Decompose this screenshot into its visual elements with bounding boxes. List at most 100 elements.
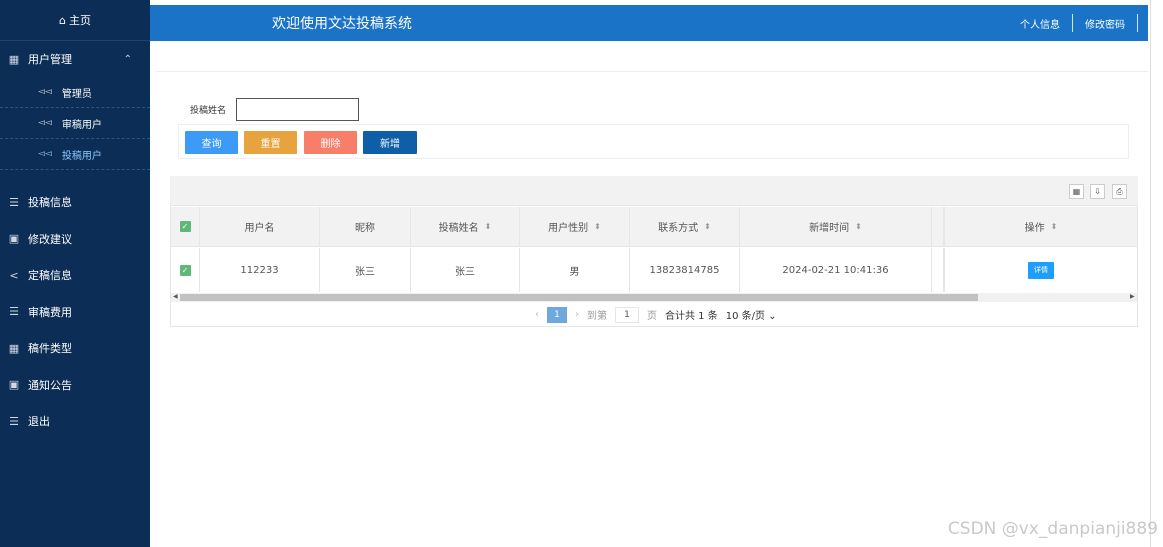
search-label: 投稿姓名 [190,106,227,116]
page-size-select[interactable]: 10 条/页 ⌄ [726,307,777,323]
cell-phone: 13823814785 [630,248,740,292]
scroll-left-icon[interactable]: ◀ [173,293,178,300]
cell-created: 2024-02-21 10:41:36 [740,248,932,292]
app-window: ⌂ 主页 ▦ 用户管理 ⌃ ◅◅ 管理员 ◅◅ 审稿用户 ◅◅ 投稿用户 ☰ 投… [0,0,1163,547]
export-icon[interactable]: ⇩ [1090,184,1105,199]
prev-page-icon[interactable]: ‹ [535,309,539,320]
column-header-action[interactable]: 操作 ⬍ [944,207,1137,246]
document-icon: ▣ [8,378,20,392]
row-select-cell: ✓ [171,248,200,292]
table-header: ✓ 用户名 昵称 投稿姓名 ⬍ 用户性别 ⬍ 联系方式 ⬍ 新增时间 ⬍ 操作 … [171,207,1137,247]
share-icon: < [9,268,19,282]
sidebar-item-label: 修改建议 [28,232,72,246]
change-password-link[interactable]: 修改密码 [1073,16,1137,31]
sidebar-item-logout[interactable]: ☰ 退出 [0,403,150,440]
double-left-arrow-icon: ◅◅ [38,118,52,128]
row-checkbox[interactable]: ✓ [179,264,191,276]
sidebar-item-label: 退出 [28,415,50,429]
header: 欢迎使用文达投稿系统 个人信息 修改密码 [150,5,1148,41]
grid-icon: ▦ [8,341,20,355]
divider [1137,14,1138,32]
grid-icon: ▦ [8,52,20,66]
window-edge [1150,0,1163,547]
double-left-arrow-icon: ◅◅ [38,87,52,97]
sidebar-group-user-management[interactable]: ▦ 用户管理 ⌃ [0,41,150,77]
column-header-label: 昵称 [355,223,375,234]
column-header-label: 用户名 [244,223,275,234]
sidebar-item-label: 通知公告 [28,378,72,392]
next-page-icon[interactable]: › [575,309,579,320]
cell-nickname: 张三 [320,248,411,292]
cell-action: 详情 [944,248,1137,292]
column-header-created[interactable]: 新增时间 ⬍ [740,207,932,246]
home-icon: ⌂ [59,13,66,27]
list-icon: ☰ [9,414,19,428]
column-header-phone[interactable]: 联系方式 ⬍ [630,207,740,246]
pagination: ‹ 1 › 到第 1 页 合计共 1 条 10 条/页 ⌄ [535,306,777,323]
sidebar-item-submissions[interactable]: ☰ 投稿信息 [0,184,150,221]
sidebar-subitem-admin[interactable]: ◅◅ 管理员 [0,77,150,108]
chevron-down-icon: ⌄ [768,310,777,322]
header-links: 个人信息 修改密码 [1008,5,1138,41]
sidebar-group-label: 用户管理 [28,53,72,66]
sort-icon[interactable]: ⬍ [704,222,711,231]
sort-icon[interactable]: ⬍ [855,222,862,231]
column-header-label: 联系方式 [658,223,699,234]
goto-page-input[interactable]: 1 [615,306,639,323]
scroll-right-icon[interactable]: ▶ [1130,293,1135,300]
chevron-up-icon: ⌃ [123,53,132,65]
sidebar-subitem-label: 审稿用户 [61,119,102,131]
sidebar-item-label: 审稿费用 [28,305,72,319]
table-row[interactable]: ✓ 112233 张三 张三 男 13823814785 2024-02-21 … [171,248,1137,292]
select-all-checkbox[interactable]: ✓ [179,221,191,232]
print-icon[interactable]: ⎙ [1112,184,1127,199]
list-icon: ☰ [9,305,19,319]
search-input[interactable] [236,98,359,121]
page-unit-label: 页 [647,311,657,322]
sidebar: ⌂ 主页 ▦ 用户管理 ⌃ ◅◅ 管理员 ◅◅ 审稿用户 ◅◅ 投稿用户 ☰ 投… [0,0,150,547]
sidebar-home[interactable]: ⌂ 主页 [0,0,150,41]
sidebar-subitem-reviewer[interactable]: ◅◅ 审稿用户 [0,108,150,139]
sidebar-item-label: 稿件类型 [28,342,72,356]
page-current[interactable]: 1 [547,306,567,323]
query-button[interactable]: 查询 [185,131,238,154]
watermark: CSDN @vx_danpianji889 [947,519,1158,539]
double-left-arrow-icon: ◅◅ [38,149,52,159]
reset-button[interactable]: 重置 [244,131,297,154]
cell-username: 112233 [200,248,320,292]
sidebar-subitem-contributor[interactable]: ◅◅ 投稿用户 [0,139,150,170]
sidebar-home-label: 主页 [68,14,91,27]
sidebar-item-manuscript-types[interactable]: ▦ 稿件类型 [0,330,150,367]
column-spacer [932,248,944,292]
sort-icon[interactable]: ⬍ [1051,222,1058,231]
scrollbar-thumb[interactable] [180,294,978,301]
profile-link[interactable]: 个人信息 [1008,16,1072,31]
column-header-username[interactable]: 用户名 [200,207,320,246]
column-header-label: 操作 [1024,223,1045,234]
sidebar-item-label: 投稿信息 [28,196,72,210]
sidebar-item-finals[interactable]: < 定稿信息 [0,257,150,294]
page-title: 欢迎使用文达投稿系统 [272,16,412,32]
page-size-label: 10 条/页 [725,310,766,322]
columns-icon[interactable]: ▦ [1069,184,1084,199]
column-header-name[interactable]: 投稿姓名 ⬍ [411,207,520,246]
column-header-gender[interactable]: 用户性别 ⬍ [520,207,630,246]
column-spacer [932,207,944,246]
column-header-label: 新增时间 [809,223,850,234]
sidebar-item-revisions[interactable]: ▣ 修改建议 [0,221,150,258]
cell-name: 张三 [411,248,520,292]
column-header-nickname[interactable]: 昵称 [320,207,411,246]
document-icon: ▣ [8,232,20,246]
delete-button[interactable]: 删除 [304,131,357,154]
sidebar-subitem-label: 投稿用户 [61,150,102,162]
total-count: 合计共 1 条 [665,311,718,322]
sidebar-item-notices[interactable]: ▣ 通知公告 [0,367,150,404]
detail-button[interactable]: 详情 [1028,261,1054,279]
sort-icon[interactable]: ⬍ [594,222,601,231]
sidebar-item-review-fees[interactable]: ☰ 审稿费用 [0,294,150,331]
add-button[interactable]: 新增 [363,131,417,154]
divider [156,71,1148,72]
table-toolbar [170,176,1138,206]
sort-icon[interactable]: ⬍ [485,222,492,231]
select-all-cell: ✓ [171,207,200,246]
